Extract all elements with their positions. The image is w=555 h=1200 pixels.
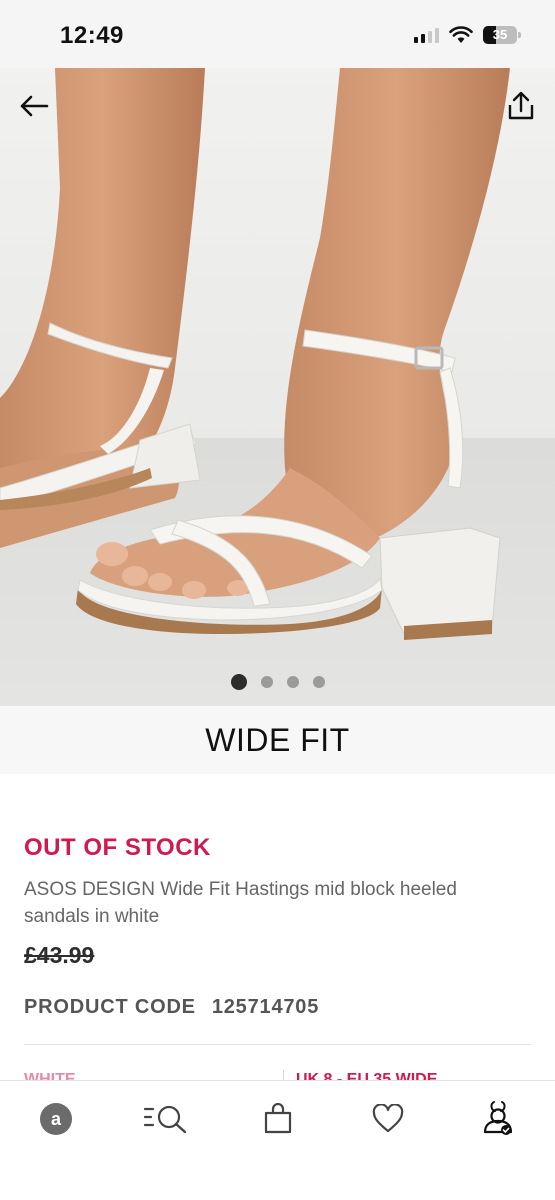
bottom-nav: a — [0, 1080, 555, 1200]
stock-status: OUT OF STOCK — [24, 834, 211, 861]
product-name: ASOS DESIGN Wide Fit Hastings mid block … — [24, 879, 457, 927]
bag-icon — [264, 1103, 292, 1134]
back-arrow-icon — [20, 95, 49, 117]
nav-saved[interactable] — [360, 1097, 416, 1141]
carousel-dot[interactable] — [312, 676, 325, 688]
colour-selector[interactable]: WHITE — [24, 1072, 76, 1080]
svg-text:a: a — [51, 1109, 62, 1129]
signal-icon — [414, 27, 439, 43]
back-button[interactable] — [14, 86, 54, 126]
size-selector[interactable]: UK 8 - EU 35 WIDE — [296, 1072, 437, 1080]
status-time: 12:49 — [60, 22, 124, 49]
wifi-icon — [449, 26, 473, 43]
nav-search[interactable] — [138, 1097, 194, 1141]
carousel-dot[interactable] — [260, 676, 273, 688]
product-code-label: PRODUCT CODE — [24, 996, 196, 1018]
heart-icon — [372, 1104, 404, 1133]
battery-icon: 35 — [483, 26, 521, 44]
share-icon — [508, 91, 534, 120]
carousel-indicator — [0, 674, 555, 690]
status-bar: 12:49 35 — [0, 0, 555, 68]
product-photo — [0, 68, 555, 706]
fit-label: WIDE FIT — [205, 721, 350, 758]
product-code-row: PRODUCT CODE 125714705 — [24, 996, 319, 1019]
carousel-dot[interactable] — [230, 674, 247, 690]
share-button[interactable] — [501, 86, 541, 126]
carousel-dot[interactable] — [286, 676, 299, 688]
nav-account[interactable] — [470, 1097, 526, 1141]
product-code-value: 125714705 — [211, 996, 320, 1018]
battery-level: 35 — [492, 27, 508, 42]
nav-bag[interactable] — [250, 1097, 306, 1141]
divider — [24, 1044, 531, 1045]
product-image-carousel[interactable] — [0, 68, 555, 706]
nav-home[interactable]: a — [28, 1097, 84, 1141]
search-icon — [143, 1105, 187, 1134]
status-icons: 35 — [414, 26, 521, 44]
fit-banner: WIDE FIT — [0, 706, 555, 774]
product-price: £43.99 — [24, 942, 95, 968]
product-details: OUT OF STOCK ASOS DESIGN Wide Fit Hastin… — [0, 774, 555, 1082]
asos-logo-icon: a — [40, 1103, 72, 1135]
account-icon — [483, 1101, 513, 1135]
